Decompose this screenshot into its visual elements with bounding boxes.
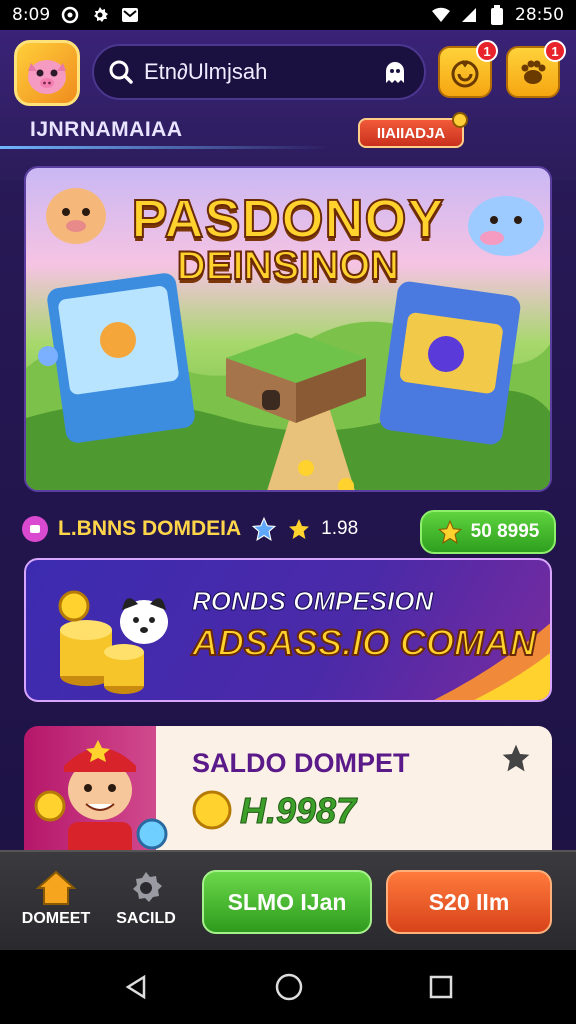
nav-settings[interactable]: SACILD [108,870,184,928]
rating-info: L.BNNS DOMDEIA 1.98 [22,516,358,542]
wallet-balance: H.9987 [239,790,357,832]
wifi-icon [431,5,451,25]
search-input[interactable] [144,59,364,85]
coin-icon [452,112,468,128]
reward-button-label: 50 8995 [470,521,540,542]
nav-settings-label: SACILD [116,910,176,927]
game-name: L.BNNS DOMDEIA [58,517,242,540]
paw-icon [521,60,546,84]
badge-icon [22,516,48,542]
promo-subtitle: ADSASS.IO COMAN [191,621,537,664]
coin-bag-icon [451,60,479,88]
gear-icon [90,5,110,25]
signal-icon [459,5,479,25]
nav-home-label: DOMEET [21,910,91,927]
system-nav-bar [0,950,576,1024]
circle-icon [60,5,80,25]
secondary-action-button[interactable]: S20 IIm [386,870,552,934]
app-header: 1 1 IJNRNAMAIAA IIAIIADJA [0,30,576,180]
home-circle-icon[interactable] [274,972,304,1002]
rating-row: L.BNNS DOMDEIA 1.98 50 8995 [22,510,556,554]
rewards-button[interactable]: 1 [438,40,498,98]
favorite-star-icon[interactable] [500,742,532,774]
star-icon [252,516,277,541]
left-game-card [47,273,195,443]
brand-underline [0,146,330,149]
primary-action-button[interactable]: SLMO IJan [202,870,372,934]
notification-badge: 1 [544,40,566,62]
wallet-title: SALDO DOMPET [192,748,410,778]
ghost-icon[interactable] [380,57,410,87]
notification-badge: 1 [476,40,498,62]
right-game-card [379,281,521,445]
promo-title: RONDS OMPESION [191,586,434,617]
avatar[interactable] [14,40,80,106]
bottom-nav: DOMEET SACILD SLMO IJan S20 IIm [0,850,576,950]
brand-label: IJNRNAMAIAA [30,118,183,141]
gear-icon [133,872,162,902]
hero-banner[interactable]: PASDONOY DEINSINON [24,166,552,492]
search-bar[interactable] [92,44,426,100]
mail-icon [120,5,140,25]
nav-home[interactable]: DOMEET [18,870,94,928]
recents-icon[interactable] [428,974,454,1000]
home-icon [36,870,76,905]
status-clock-right: 28:50 [515,5,564,25]
friends-button[interactable]: 1 [506,40,566,98]
coin-icon [192,790,232,830]
promo-banner[interactable]: RONDS OMPESION ADSASS.IO COMAN [24,558,552,702]
dog-mascot-icon [120,598,168,644]
search-icon [109,60,133,84]
pig-mascot-icon [28,60,66,94]
status-time: 8:09 [12,5,51,25]
back-icon[interactable] [122,973,150,1001]
hero-title: PASDONOY [130,188,445,250]
status-bar: 8:09 28:50 [0,0,576,30]
rating-value: 1.98 [321,518,359,539]
battery-icon [487,5,507,25]
header-tag-button[interactable]: IIAIIADJA [358,118,464,148]
star-icon [289,519,310,539]
star-icon [437,519,462,544]
reward-button[interactable]: 50 8995 [420,510,556,554]
app-screen: 1 1 IJNRNAMAIAA IIAIIADJA [0,30,576,950]
hero-subtitle: DEINSINON [176,243,400,289]
